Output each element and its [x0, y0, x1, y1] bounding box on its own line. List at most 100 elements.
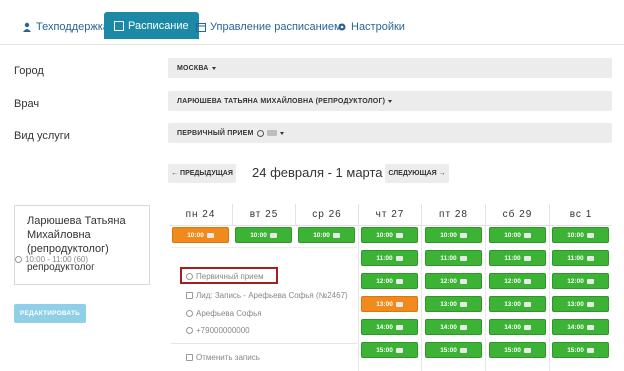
- tab-label: Расписание: [128, 19, 189, 32]
- tab-label: Управление расписанием: [210, 21, 342, 33]
- trash-icon: [186, 354, 193, 361]
- service-select[interactable]: ПЕРВИЧНЫЙ ПРИЕМ: [168, 123, 612, 143]
- slot-time: 13:00: [440, 300, 457, 308]
- slot-tag-icon: [586, 232, 594, 238]
- popover-time: 10:00 - 11:00 (60): [15, 255, 88, 264]
- time-slot[interactable]: 14:00: [425, 319, 482, 335]
- tab-schedule-management[interactable]: Управление расписанием: [196, 14, 342, 40]
- time-slot[interactable]: 13:00: [425, 296, 482, 312]
- slot-tag-icon: [586, 324, 594, 330]
- slot-tag-icon: [206, 232, 214, 238]
- cancel-appointment-text: Отменить запись: [196, 353, 260, 362]
- slot-tag-icon: [459, 278, 467, 284]
- time-slot[interactable]: 15:00: [425, 342, 482, 358]
- time-slot[interactable]: 10:00: [552, 227, 609, 243]
- day-header: сб 29: [485, 204, 549, 226]
- time-slot[interactable]: 14:00: [489, 319, 546, 335]
- slot-tag-icon: [523, 255, 531, 261]
- time-slot[interactable]: 10:00: [489, 227, 546, 243]
- slot-tag-icon: [459, 232, 467, 238]
- slot-tag-icon: [586, 301, 594, 307]
- column-divider: [485, 226, 486, 371]
- week-title: 24 февраля - 1 марта: [252, 165, 383, 180]
- slot-time: 10:00: [187, 231, 204, 239]
- doctor-label: Врач: [14, 98, 40, 110]
- chevron-down-icon: [211, 66, 216, 70]
- slot-tag-icon: [586, 278, 594, 284]
- time-slot[interactable]: 10:00: [298, 227, 355, 243]
- slot-time: 13:00: [567, 300, 584, 308]
- time-slot[interactable]: 10:00: [425, 227, 482, 243]
- tab-label: Настройки: [351, 21, 405, 33]
- slot-time: 10:00: [313, 231, 330, 239]
- slot-tag-icon: [459, 255, 467, 261]
- day-header: пн 24: [169, 204, 232, 226]
- day-header: чт 27: [358, 204, 421, 226]
- slot-tag-icon: [523, 324, 531, 330]
- time-slot[interactable]: 10:00: [361, 227, 418, 243]
- time-slot[interactable]: 13:00: [552, 296, 609, 312]
- tab-support[interactable]: Техподдержка: [22, 14, 109, 40]
- person-icon: [186, 310, 193, 317]
- time-slot[interactable]: 12:00: [361, 273, 418, 289]
- slot-tag-icon: [332, 232, 340, 238]
- slot-time: 14:00: [504, 323, 521, 331]
- chevron-down-icon: [279, 131, 284, 135]
- prev-week-button[interactable]: ← ПРЕДЫДУЩАЯ: [168, 164, 236, 183]
- time-slot[interactable]: 12:00: [489, 273, 546, 289]
- gear-icon: [337, 22, 347, 32]
- time-slot[interactable]: 11:00: [361, 250, 418, 266]
- doctor-card: Ларюшева Татьяна Михайловна (репродуктол…: [14, 205, 150, 285]
- info-icon: [256, 129, 264, 137]
- slot-time: 15:00: [504, 346, 521, 354]
- column-divider: [421, 226, 422, 371]
- slot-time: 10:00: [250, 231, 267, 239]
- edit-button[interactable]: РЕДАКТИРОВАТЬ: [14, 304, 86, 323]
- time-slot[interactable]: 11:00: [425, 250, 482, 266]
- doctor-value: ЛАРЮШЕВА ТАТЬЯНА МИХАЙЛОВНА (РЕПРОДУКТОЛ…: [177, 97, 386, 105]
- time-slot[interactable]: 13:00: [361, 296, 418, 312]
- calendar-check-icon: [114, 20, 124, 31]
- day-header: пт 28: [421, 204, 485, 226]
- popover-phone: +79000000000: [186, 326, 250, 335]
- slot-time: 11:00: [567, 254, 584, 262]
- day-header: вт 25: [232, 204, 295, 226]
- time-slot[interactable]: 10:00: [172, 227, 229, 243]
- next-week-button[interactable]: СЛЕДУЮЩАЯ →: [385, 164, 449, 183]
- slot-time: 11:00: [376, 254, 393, 262]
- main-tabs: Техподдержка Расписание Управление распи…: [0, 0, 624, 45]
- calendar-icon: [186, 292, 193, 299]
- slot-time: 15:00: [376, 346, 393, 354]
- time-slot[interactable]: 10:00: [235, 227, 292, 243]
- slot-time: 12:00: [440, 277, 457, 285]
- service-label: Вид услуги: [14, 130, 70, 142]
- slot-tag-icon: [586, 347, 594, 353]
- time-slot[interactable]: 13:00: [489, 296, 546, 312]
- doctor-select[interactable]: ЛАРЮШЕВА ТАТЬЯНА МИХАЙЛОВНА (РЕПРОДУКТОЛ…: [168, 91, 612, 111]
- time-slot[interactable]: 14:00: [361, 319, 418, 335]
- chevron-down-icon: [388, 99, 393, 103]
- person-icon: [22, 22, 32, 32]
- popover-lead: Лид: Запись - Арефьева Софья (№2467): [186, 291, 348, 300]
- time-slot[interactable]: 15:00: [361, 342, 418, 358]
- slot-time: 11:00: [440, 254, 457, 262]
- cancel-appointment-link[interactable]: Отменить запись: [186, 353, 260, 362]
- day-header: вс 1: [549, 204, 612, 226]
- time-slot[interactable]: 12:00: [552, 273, 609, 289]
- slot-tag-icon: [395, 347, 403, 353]
- popover-patient: Арефьева Софья: [186, 309, 262, 318]
- time-slot[interactable]: 11:00: [489, 250, 546, 266]
- slot-time: 13:00: [376, 300, 393, 308]
- time-slot[interactable]: 14:00: [552, 319, 609, 335]
- slot-tag-icon: [395, 255, 403, 261]
- slot-time: 14:00: [567, 323, 584, 331]
- slot-tag-icon: [269, 232, 277, 238]
- popover-lead-text: Лид: Запись - Арефьева Софья (№2467): [196, 291, 348, 300]
- time-slot[interactable]: 15:00: [552, 342, 609, 358]
- tab-settings[interactable]: Настройки: [337, 14, 405, 40]
- tab-schedule[interactable]: Расписание: [104, 12, 199, 39]
- city-select[interactable]: МОСКВА: [168, 58, 612, 78]
- time-slot[interactable]: 11:00: [552, 250, 609, 266]
- time-slot[interactable]: 12:00: [425, 273, 482, 289]
- time-slot[interactable]: 15:00: [489, 342, 546, 358]
